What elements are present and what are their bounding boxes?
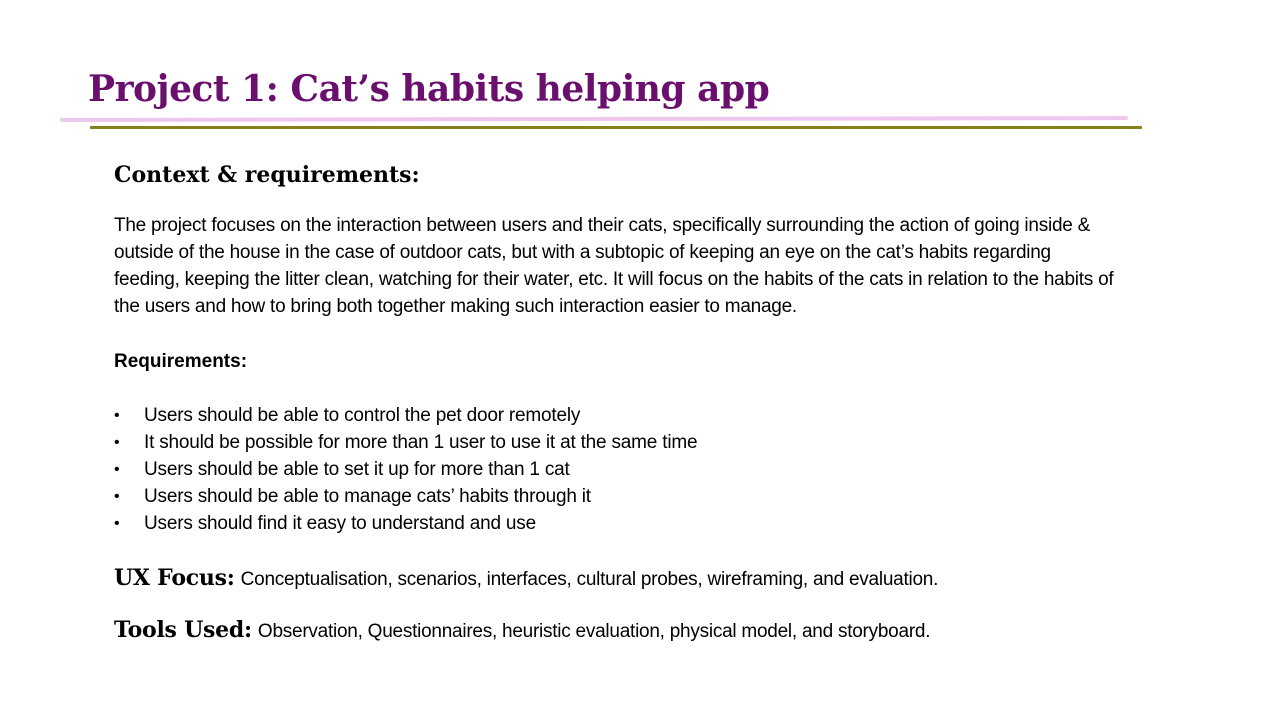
- slide-title: Project 1: Cat’s habits helping app: [88, 68, 770, 110]
- requirement-text: Users should find it easy to understand …: [144, 513, 536, 534]
- requirements-list: • Users should be able to control the pe…: [114, 402, 1114, 537]
- bullet-icon: •: [114, 461, 120, 478]
- tools-used-label: Tools Used:: [114, 617, 252, 643]
- tools-used-line: Tools Used: Observation, Questionnaires, …: [114, 613, 1114, 647]
- ux-focus-line: UX Focus: Conceptualisation, scenarios, i…: [114, 561, 1114, 595]
- requirement-item: • It should be possible for more than 1 …: [114, 429, 1114, 456]
- ux-focus-label: UX Focus:: [114, 565, 235, 591]
- requirement-item: • Users should find it easy to understan…: [114, 510, 1114, 537]
- requirement-item: • Users should be able to manage cats’ h…: [114, 483, 1114, 510]
- requirements-heading: Requirements:: [114, 351, 248, 372]
- title-underline-olive: [90, 126, 1142, 129]
- context-heading: Context & requirements:: [114, 162, 420, 188]
- slide-body: Context & requirements: The project focu…: [114, 158, 1114, 665]
- ux-focus-text: Conceptualisation, scenarios, interfaces…: [240, 569, 939, 590]
- requirement-text: Users should be able to manage cats’ hab…: [144, 486, 591, 507]
- context-paragraph: The project focuses on the interaction b…: [114, 215, 1114, 317]
- bullet-icon: •: [114, 407, 120, 424]
- requirement-text: Users should be able to set it up for mo…: [144, 459, 570, 480]
- requirement-item: • Users should be able to set it up for …: [114, 456, 1114, 483]
- tools-used-text: Observation, Questionnaires, heuristic e…: [257, 621, 931, 642]
- bullet-icon: •: [114, 488, 120, 505]
- requirement-text: Users should be able to control the pet …: [144, 405, 581, 426]
- requirement-text: It should be possible for more than 1 us…: [144, 432, 698, 453]
- requirement-item: • Users should be able to control the pe…: [114, 402, 1114, 429]
- bullet-icon: •: [114, 515, 120, 532]
- title-underline-pink: [59, 116, 1129, 122]
- bullet-icon: •: [114, 434, 120, 451]
